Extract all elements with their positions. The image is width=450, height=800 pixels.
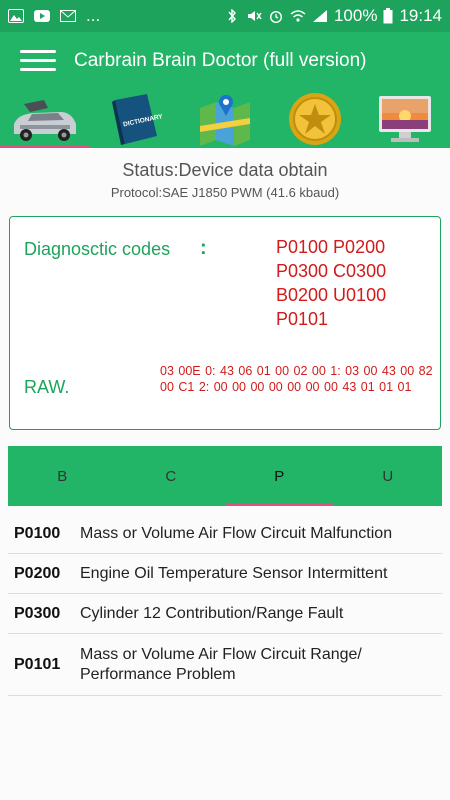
bluetooth-icon <box>228 9 236 23</box>
tab-p[interactable]: P <box>225 446 334 506</box>
list-item[interactable]: P0200 Engine Oil Temperature Sensor Inte… <box>8 554 442 594</box>
tab-coin[interactable] <box>270 90 360 148</box>
icon-tab-bar: DICTIONARY <box>0 90 450 148</box>
raw-data: 03 00E 0: 43 06 01 00 02 00 1: 03 00 43 … <box>160 364 433 394</box>
list-item[interactable]: P0101 Mass or Volume Air Flow Circuit Ra… <box>8 634 442 696</box>
signal-icon <box>312 10 327 22</box>
clock: 19:14 <box>399 6 442 25</box>
status-bar: ... 100% 19:14 <box>0 0 450 32</box>
car-icon <box>14 100 76 141</box>
tab-c[interactable]: C <box>117 446 226 506</box>
diagnostic-colon: : <box>200 237 207 259</box>
list-item[interactable]: P0100 Mass or Volume Air Flow Circuit Ma… <box>8 514 442 554</box>
code-category-tabs: B C P U <box>8 446 442 506</box>
map-icon <box>200 95 250 146</box>
code-id: P0200 <box>14 564 61 582</box>
app-title: Carbrain Brain Doctor (full version) <box>74 50 367 71</box>
more-notifications: ... <box>86 6 101 25</box>
code-description: Cylinder 12 Contribution/Range Fault <box>80 604 344 622</box>
battery-icon <box>383 8 393 24</box>
star-coin-icon <box>289 93 341 145</box>
raw-label: RAW. <box>24 377 70 397</box>
tab-b[interactable]: B <box>8 446 117 506</box>
tab-dictionary[interactable]: DICTIONARY <box>90 90 180 148</box>
dictionary-icon: DICTIONARY <box>112 94 163 145</box>
monitor-icon <box>379 96 431 142</box>
alarm-icon <box>269 11 282 23</box>
tab-car[interactable] <box>0 90 90 148</box>
code-id: P0101 <box>14 655 61 673</box>
list-item[interactable]: P0300 Cylinder 12 Contribution/Range Fau… <box>8 594 442 634</box>
diagnostic-panel: Diagnosctic codes : P0100 P0200 P0300 C0… <box>9 216 441 430</box>
youtube-icon <box>34 10 50 22</box>
code-list: P0100 Mass or Volume Air Flow Circuit Ma… <box>8 514 442 696</box>
mail-icon <box>60 10 76 22</box>
battery-level: 100% <box>333 6 378 25</box>
code-id: P0300 <box>14 604 61 622</box>
codes-line: P0300 C0300 <box>276 261 387 281</box>
code-description: Mass or Volume Air Flow Circuit Range/ P… <box>80 645 362 683</box>
menu-icon[interactable] <box>20 50 58 72</box>
tab-monitor[interactable] <box>360 90 450 148</box>
codes-line: P0100 P0200 <box>276 237 386 257</box>
wifi-icon <box>290 10 306 22</box>
gallery-icon <box>8 9 24 23</box>
code-description: Engine Oil Temperature Sensor Intermitte… <box>80 564 388 582</box>
codes-line: B0200 U0100 <box>276 285 387 305</box>
code-description: Mass or Volume Air Flow Circuit Malfunct… <box>80 524 393 542</box>
mute-icon <box>247 11 262 21</box>
code-id: P0100 <box>14 524 61 542</box>
diagnostic-codes-value: P0100 P0200 P0300 C0300 B0200 U0100 P010… <box>276 235 436 331</box>
tab-u[interactable]: U <box>334 446 443 506</box>
device-status: Status:Device data obtain <box>122 160 328 180</box>
codes-line: P0101 <box>276 309 329 329</box>
protocol-info: Protocol:SAE J1850 PWM (41.6 kbaud) <box>110 185 340 200</box>
diagnostic-codes-label: Diagnosctic codes <box>24 239 171 259</box>
tab-map[interactable] <box>180 90 270 148</box>
app-bar: Carbrain Brain Doctor (full version) <box>0 32 450 90</box>
status-section: Status:Device data obtain Protocol:SAE J… <box>0 148 450 216</box>
